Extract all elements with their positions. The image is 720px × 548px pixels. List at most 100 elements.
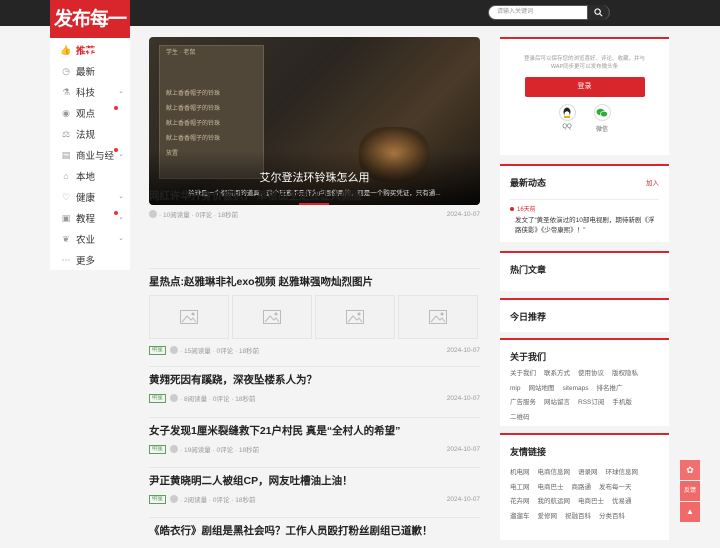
article-title[interactable]: 《皓衣行》剧组是黑社会吗？工作人员殴打粉丝剧组已道歉！ — [149, 523, 480, 538]
friend-link[interactable]: 祝融百科 — [565, 510, 591, 525]
site-logo[interactable]: 发布每一天 — [50, 0, 130, 68]
sidebar-item-6[interactable]: ⌂ 本地 — [50, 165, 130, 186]
arrow-up-icon: ▲ — [686, 507, 694, 516]
hero-slider[interactable]: 学生 · 老鼠 献上香香帽子的铃珠 献上香香帽子的铃珠 献上香香帽子的铃珠 献上… — [149, 37, 480, 205]
latest-text[interactable]: 发文了“黄圣依演过的10部电视剧，期待新剧《浮路侠影》《少帝康熙》！” — [500, 213, 669, 236]
post-date: 2024-10-07 — [446, 210, 480, 218]
feedback-float-button[interactable]: 反馈 — [680, 481, 700, 501]
list-item: 尹正黄晓明二人被组CP，网友吐槽油上油！ 明星 · 2阅读量 · 0评论 · 1… — [149, 468, 480, 518]
thumbnail[interactable] — [315, 295, 395, 339]
back-to-top-button[interactable]: ▲ — [680, 502, 700, 522]
article-title[interactable]: 尹正黄晓明二人被组CP，网友吐槽油上油！ — [149, 473, 480, 488]
sidebar-item-label: 健康 — [76, 192, 96, 204]
wall-line: 学生 · 老鼠 — [166, 50, 196, 56]
more-icon: ⋯ — [61, 254, 71, 265]
article-title[interactable]: 网红许华升身价被扒， 草根出生走红让人佩服 — [149, 188, 480, 203]
sidebar-item-10[interactable]: ⋯ 更多 — [50, 249, 130, 270]
about-link[interactable]: 排名推广 — [597, 382, 623, 397]
comment-count: · 0评论 — [212, 447, 234, 454]
about-card: 关于我们 关于我们 联系方式 使用协议 版权隐私 mip 网站地图 sitemaps 排名推广… — [500, 338, 669, 426]
avatar — [170, 445, 179, 453]
new-badge-dot — [114, 106, 118, 110]
about-link[interactable]: RSS订阅 — [578, 396, 604, 411]
thumbnail[interactable] — [149, 295, 229, 339]
article-meta: · 10阅读量 · 0评论 · 18秒前 2024-10-07 — [149, 209, 480, 219]
sidebar-item-4[interactable]: ⚖ 法规 — [50, 123, 130, 144]
about-link[interactable]: 手机版 — [612, 396, 632, 411]
about-link[interactable]: mip — [510, 382, 520, 397]
read-count: · 8阅读量 — [180, 396, 208, 403]
category-tag[interactable]: 明星 — [149, 444, 167, 454]
time-dot-icon — [510, 207, 514, 211]
search-button[interactable] — [587, 5, 609, 20]
login-button[interactable]: 登录 — [524, 77, 645, 97]
sidebar-item-label: 更多 — [76, 255, 96, 267]
friend-link[interactable]: 遛遛车 — [510, 510, 530, 525]
sidebar-item-5[interactable]: ▤ 商业与经 ⌄ — [50, 144, 130, 165]
article-thumbnails — [149, 295, 480, 339]
sidebar-item-label: 农业 — [76, 234, 96, 246]
chevron-down-icon: ⌄ — [118, 193, 124, 200]
new-badge-dot — [114, 211, 118, 215]
friend-link[interactable]: 爱修网 — [538, 510, 558, 525]
friend-link[interactable]: 我的航运网 — [538, 495, 571, 510]
chart-icon: ▤ — [61, 149, 71, 160]
friends-card: 友情链接 机电网 电商信息网 语录网 环球信息网 电工网 电商巴士 商路通 发布每一天 花卉网我… — [500, 433, 669, 540]
sidebar-item-label: 教程 — [76, 213, 96, 225]
chevron-down-icon: ⌄ — [118, 88, 124, 95]
friend-link[interactable]: 电商巴士 — [538, 481, 564, 496]
about-link[interactable]: 广告服务 — [510, 396, 536, 411]
login-card: 登录后可以保存您的浏览喜好、评论、收藏，并与WAP同步更可以发布微头条 登录 Q… — [500, 37, 669, 155]
eye-icon: ◉ — [62, 107, 70, 118]
wall-line: 献上香香帽子的铃珠 — [166, 121, 221, 127]
friend-link[interactable]: 发布每一天 — [599, 481, 632, 496]
wall-line: 献上香香帽子的铃珠 — [166, 106, 221, 112]
post-time: · 18秒前 — [231, 497, 256, 504]
article-title[interactable]: 黄翙死因有蹊跷，深夜坠楼系人为？ — [149, 372, 480, 387]
category-tag[interactable]: 明星 — [149, 494, 167, 504]
about-link[interactable]: 网站留言 — [544, 396, 570, 411]
article-title[interactable]: 女子发现1厘米裂缝救下21户村民 真是“全村人的希望” — [149, 423, 480, 438]
list-item: 网红许华升身价被扒， 草根出生走红让人佩服 · 10阅读量 · 0评论 · 18… — [149, 183, 480, 269]
friend-link[interactable]: 优易通 — [612, 495, 632, 510]
sidebar-item-7[interactable]: ♡ 健康 ⌄ — [50, 186, 130, 207]
latest-add-link[interactable]: 加入 — [646, 166, 659, 201]
qq-icon — [558, 104, 576, 121]
hot-card: 热门文章 — [500, 251, 669, 291]
sidebar-item-9[interactable]: ❦ 农业 ⌄ — [50, 228, 130, 249]
sidebar-item-label: 商业与经 — [76, 150, 115, 162]
image-placeholder-icon — [429, 310, 447, 324]
friend-link[interactable]: 花卉网 — [510, 495, 530, 510]
hot-title: 热门文章 — [500, 251, 669, 286]
post-date: 2024-10-07 — [446, 445, 480, 453]
qq-login[interactable]: QQ — [558, 104, 576, 133]
friend-link[interactable]: 商路通 — [572, 481, 592, 496]
about-link[interactable]: sitemaps — [562, 382, 588, 397]
search-input[interactable]: 请输入关键词 — [497, 9, 533, 15]
friend-link[interactable]: 分类百科 — [599, 510, 625, 525]
search-box[interactable]: 请输入关键词 — [488, 5, 610, 20]
friend-link[interactable]: 语录网 — [578, 466, 598, 481]
latest-time: 16天前 — [500, 200, 669, 213]
share-float-button[interactable]: ✿ — [680, 460, 700, 480]
about-link[interactable]: 二维码 — [510, 411, 530, 426]
thumbnail[interactable] — [232, 295, 312, 339]
friend-link[interactable]: 电商巴士 — [578, 495, 604, 510]
chevron-down-icon: ⌄ — [118, 235, 124, 242]
sidebar-item-2[interactable]: ⚗ 科技 ⌄ — [50, 81, 130, 102]
thumbnail[interactable] — [398, 295, 478, 339]
about-link[interactable]: 网站地图 — [528, 382, 554, 397]
friend-link[interactable]: 电工网 — [510, 481, 530, 496]
chevron-down-icon: ⌄ — [118, 151, 124, 158]
new-badge-dot — [114, 148, 118, 152]
category-tag[interactable]: 明星 — [149, 345, 167, 355]
avatar — [170, 394, 179, 402]
wechat-login[interactable]: 微信 — [593, 104, 611, 133]
main-feed: 学生 · 老鼠 献上香香帽子的铃珠 献上香香帽子的铃珠 献上香香帽子的铃珠 献上… — [149, 37, 480, 548]
article-title[interactable]: 星热点:赵雅琳非礼exo视频 赵雅琳强吻灿烈图片 — [149, 274, 480, 289]
sidebar-item-8[interactable]: ▣ 教程 ⌄ — [50, 207, 130, 228]
sidebar-item-3[interactable]: ◉ 观点 — [50, 102, 130, 123]
category-tag[interactable]: 明星 — [149, 393, 167, 403]
sidebar-item-label: 法规 — [76, 129, 96, 141]
friend-link[interactable]: 环球信息网 — [606, 466, 639, 481]
